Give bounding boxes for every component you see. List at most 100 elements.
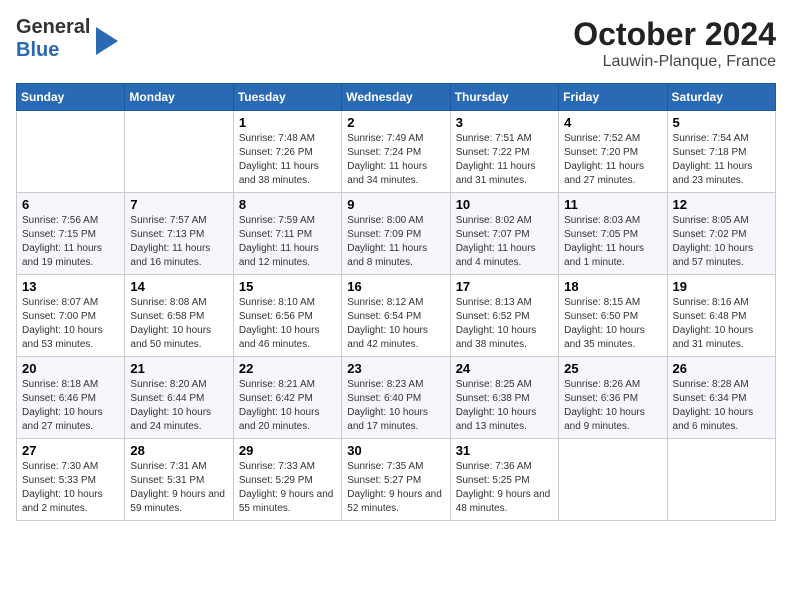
calendar-week-row: 6 Sunrise: 7:56 AMSunset: 7:15 PMDaylight… bbox=[17, 193, 776, 275]
logo: General Blue bbox=[16, 16, 118, 62]
calendar-cell: 4 Sunrise: 7:52 AMSunset: 7:20 PMDaylight… bbox=[559, 111, 667, 193]
day-info: Sunrise: 8:08 AMSunset: 6:58 PMDaylight:… bbox=[130, 296, 227, 352]
calendar-cell: 12Sunrise: 8:05 AMSunset: 7:02 PMDayligh… bbox=[667, 193, 775, 275]
page-header: General Blue October 2024 Lauwin-Planque… bbox=[16, 16, 776, 71]
calendar-cell: 9 Sunrise: 8:00 AMSunset: 7:09 PMDaylight… bbox=[342, 193, 450, 275]
day-number: 28 bbox=[130, 443, 227, 458]
day-number: 9 bbox=[347, 197, 444, 212]
calendar-cell: 1Sunrise: 7:48 AMSunset: 7:26 PMDaylight… bbox=[233, 111, 341, 193]
day-number: 26 bbox=[673, 361, 770, 376]
calendar-cell: 24 Sunrise: 8:25 AMSunset: 6:38 PMDayligh… bbox=[450, 357, 558, 439]
calendar-cell: 23 Sunrise: 8:23 AMSunset: 6:40 PMDayligh… bbox=[342, 357, 450, 439]
calendar-cell: 7 Sunrise: 7:57 AMSunset: 7:13 PMDaylight… bbox=[125, 193, 233, 275]
calendar-cell: 26 Sunrise: 8:28 AMSunset: 6:34 PMDayligh… bbox=[667, 357, 775, 439]
page-title: October 2024 bbox=[573, 16, 776, 53]
day-number: 2 bbox=[347, 115, 444, 130]
calendar-cell: 21 Sunrise: 8:20 AMSunset: 6:44 PMDayligh… bbox=[125, 357, 233, 439]
calendar-week-row: 27Sunrise: 7:30 AMSunset: 5:33 PMDayligh… bbox=[17, 439, 776, 521]
calendar-cell bbox=[17, 111, 125, 193]
calendar-cell: 30 Sunrise: 7:35 AMSunset: 5:27 PMDayligh… bbox=[342, 439, 450, 521]
day-info: Sunrise: 8:26 AMSunset: 6:36 PMDaylight:… bbox=[564, 378, 661, 434]
day-number: 27 bbox=[22, 443, 119, 458]
logo-arrow-icon bbox=[96, 27, 118, 55]
day-of-week-header: Friday bbox=[559, 84, 667, 111]
calendar-cell: 17 Sunrise: 8:13 AMSunset: 6:52 PMDayligh… bbox=[450, 275, 558, 357]
calendar-cell: 11 Sunrise: 8:03 AMSunset: 7:05 PMDayligh… bbox=[559, 193, 667, 275]
page-subtitle: Lauwin-Planque, France bbox=[573, 53, 776, 71]
day-number: 13 bbox=[22, 279, 119, 294]
day-info: Sunrise: 7:35 AMSunset: 5:27 PMDaylight:… bbox=[347, 460, 444, 516]
day-number: 14 bbox=[130, 279, 227, 294]
day-number: 24 bbox=[456, 361, 553, 376]
day-info: Sunrise: 7:59 AMSunset: 7:11 PMDaylight:… bbox=[239, 214, 336, 270]
title-block: October 2024 Lauwin-Planque, France bbox=[573, 16, 776, 71]
day-of-week-header: Tuesday bbox=[233, 84, 341, 111]
calendar-cell: 27Sunrise: 7:30 AMSunset: 5:33 PMDayligh… bbox=[17, 439, 125, 521]
day-info: Sunrise: 8:00 AMSunset: 7:09 PMDaylight:… bbox=[347, 214, 444, 270]
day-number: 25 bbox=[564, 361, 661, 376]
day-info: Sunrise: 7:31 AMSunset: 5:31 PMDaylight:… bbox=[130, 460, 227, 516]
logo-general: General bbox=[16, 16, 90, 39]
day-info: Sunrise: 8:28 AMSunset: 6:34 PMDaylight:… bbox=[673, 378, 770, 434]
calendar-table: SundayMondayTuesdayWednesdayThursdayFrid… bbox=[16, 83, 776, 521]
day-info: Sunrise: 8:03 AMSunset: 7:05 PMDaylight:… bbox=[564, 214, 661, 270]
calendar-cell: 19Sunrise: 8:16 AMSunset: 6:48 PMDayligh… bbox=[667, 275, 775, 357]
day-info: Sunrise: 8:15 AMSunset: 6:50 PMDaylight:… bbox=[564, 296, 661, 352]
calendar-cell: 25 Sunrise: 8:26 AMSunset: 6:36 PMDayligh… bbox=[559, 357, 667, 439]
day-info: Sunrise: 8:12 AMSunset: 6:54 PMDaylight:… bbox=[347, 296, 444, 352]
day-number: 17 bbox=[456, 279, 553, 294]
calendar-cell: 14 Sunrise: 8:08 AMSunset: 6:58 PMDayligh… bbox=[125, 275, 233, 357]
day-info: Sunrise: 8:25 AMSunset: 6:38 PMDaylight:… bbox=[456, 378, 553, 434]
calendar-cell: 3Sunrise: 7:51 AMSunset: 7:22 PMDaylight… bbox=[450, 111, 558, 193]
calendar-cell: 28 Sunrise: 7:31 AMSunset: 5:31 PMDayligh… bbox=[125, 439, 233, 521]
day-info: Sunrise: 8:07 AMSunset: 7:00 PMDaylight:… bbox=[22, 296, 119, 352]
day-number: 31 bbox=[456, 443, 553, 458]
calendar-cell: 13 Sunrise: 8:07 AMSunset: 7:00 PMDayligh… bbox=[17, 275, 125, 357]
day-number: 5 bbox=[673, 115, 770, 130]
calendar-cell: 18Sunrise: 8:15 AMSunset: 6:50 PMDayligh… bbox=[559, 275, 667, 357]
day-info: Sunrise: 8:23 AMSunset: 6:40 PMDaylight:… bbox=[347, 378, 444, 434]
day-number: 8 bbox=[239, 197, 336, 212]
day-number: 11 bbox=[564, 197, 661, 212]
day-info: Sunrise: 7:33 AMSunset: 5:29 PMDaylight:… bbox=[239, 460, 336, 516]
calendar-cell: 6 Sunrise: 7:56 AMSunset: 7:15 PMDaylight… bbox=[17, 193, 125, 275]
calendar-cell: 16 Sunrise: 8:12 AMSunset: 6:54 PMDayligh… bbox=[342, 275, 450, 357]
day-number: 30 bbox=[347, 443, 444, 458]
calendar-cell: 20Sunrise: 8:18 AMSunset: 6:46 PMDayligh… bbox=[17, 357, 125, 439]
day-info: Sunrise: 7:54 AMSunset: 7:18 PMDaylight:… bbox=[673, 132, 770, 188]
day-of-week-header: Thursday bbox=[450, 84, 558, 111]
day-number: 21 bbox=[130, 361, 227, 376]
day-number: 6 bbox=[22, 197, 119, 212]
day-info: Sunrise: 7:52 AMSunset: 7:20 PMDaylight:… bbox=[564, 132, 661, 188]
day-info: Sunrise: 7:51 AMSunset: 7:22 PMDaylight:… bbox=[456, 132, 553, 188]
day-of-week-header: Monday bbox=[125, 84, 233, 111]
calendar-cell: 22Sunrise: 8:21 AMSunset: 6:42 PMDayligh… bbox=[233, 357, 341, 439]
day-number: 12 bbox=[673, 197, 770, 212]
calendar-header-row: SundayMondayTuesdayWednesdayThursdayFrid… bbox=[17, 84, 776, 111]
calendar-week-row: 1Sunrise: 7:48 AMSunset: 7:26 PMDaylight… bbox=[17, 111, 776, 193]
day-of-week-header: Sunday bbox=[17, 84, 125, 111]
day-of-week-header: Saturday bbox=[667, 84, 775, 111]
day-info: Sunrise: 8:10 AMSunset: 6:56 PMDaylight:… bbox=[239, 296, 336, 352]
day-number: 4 bbox=[564, 115, 661, 130]
day-number: 16 bbox=[347, 279, 444, 294]
day-info: Sunrise: 7:36 AMSunset: 5:25 PMDaylight:… bbox=[456, 460, 553, 516]
day-info: Sunrise: 7:57 AMSunset: 7:13 PMDaylight:… bbox=[130, 214, 227, 270]
calendar-cell: 2Sunrise: 7:49 AMSunset: 7:24 PMDaylight… bbox=[342, 111, 450, 193]
calendar-cell bbox=[125, 111, 233, 193]
day-info: Sunrise: 8:21 AMSunset: 6:42 PMDaylight:… bbox=[239, 378, 336, 434]
day-of-week-header: Wednesday bbox=[342, 84, 450, 111]
day-number: 19 bbox=[673, 279, 770, 294]
day-info: Sunrise: 8:20 AMSunset: 6:44 PMDaylight:… bbox=[130, 378, 227, 434]
calendar-cell bbox=[559, 439, 667, 521]
calendar-week-row: 20Sunrise: 8:18 AMSunset: 6:46 PMDayligh… bbox=[17, 357, 776, 439]
calendar-cell: 15Sunrise: 8:10 AMSunset: 6:56 PMDayligh… bbox=[233, 275, 341, 357]
day-number: 10 bbox=[456, 197, 553, 212]
day-info: Sunrise: 7:56 AMSunset: 7:15 PMDaylight:… bbox=[22, 214, 119, 270]
day-number: 7 bbox=[130, 197, 227, 212]
day-info: Sunrise: 8:13 AMSunset: 6:52 PMDaylight:… bbox=[456, 296, 553, 352]
day-info: Sunrise: 8:02 AMSunset: 7:07 PMDaylight:… bbox=[456, 214, 553, 270]
calendar-cell: 10 Sunrise: 8:02 AMSunset: 7:07 PMDayligh… bbox=[450, 193, 558, 275]
calendar-week-row: 13 Sunrise: 8:07 AMSunset: 7:00 PMDayligh… bbox=[17, 275, 776, 357]
day-number: 23 bbox=[347, 361, 444, 376]
